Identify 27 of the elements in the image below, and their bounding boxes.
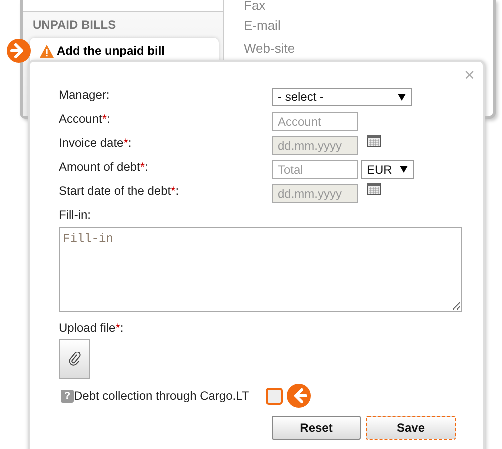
upload-button[interactable] — [59, 339, 90, 379]
fill-in-label: Fill-in: — [59, 208, 92, 222]
contact-label: E-mail — [244, 17, 282, 35]
field-label: Account*: — [59, 112, 112, 128]
upload-label: Upload file*: — [59, 321, 125, 335]
checkbox-label: Debt collection through Cargo.LT — [74, 389, 250, 403]
warning-icon — [39, 44, 55, 59]
calendar-icon[interactable] — [367, 134, 381, 147]
manager-select[interactable]: - select - — [272, 88, 412, 106]
field-label: Manager: — [59, 88, 111, 104]
paperclip-icon — [68, 352, 80, 366]
field-label: Amount of debt*: — [59, 160, 150, 176]
dropdown-icon — [400, 166, 408, 173]
reset-button[interactable]: Reset — [272, 416, 361, 440]
currency-select[interactable]: EUR — [361, 160, 414, 179]
fill-in-field[interactable]: Fill-in — [59, 227, 462, 312]
dropdown-icon — [398, 94, 406, 100]
save-button[interactable]: Save — [366, 416, 456, 440]
calendar-icon[interactable] — [367, 182, 381, 195]
amount-field[interactable]: Total — [272, 160, 358, 179]
checkbox[interactable] — [266, 388, 284, 404]
contact-label: Fax — [244, 0, 267, 14]
field-label: Invoice date*: — [59, 136, 133, 152]
sidebar-header: UNPAID BILLS — [32, 17, 118, 34]
field-label: Start date of the debt*: — [59, 184, 180, 200]
contact-label: Web-site — [244, 40, 296, 58]
account-field[interactable]: Account — [272, 112, 358, 131]
